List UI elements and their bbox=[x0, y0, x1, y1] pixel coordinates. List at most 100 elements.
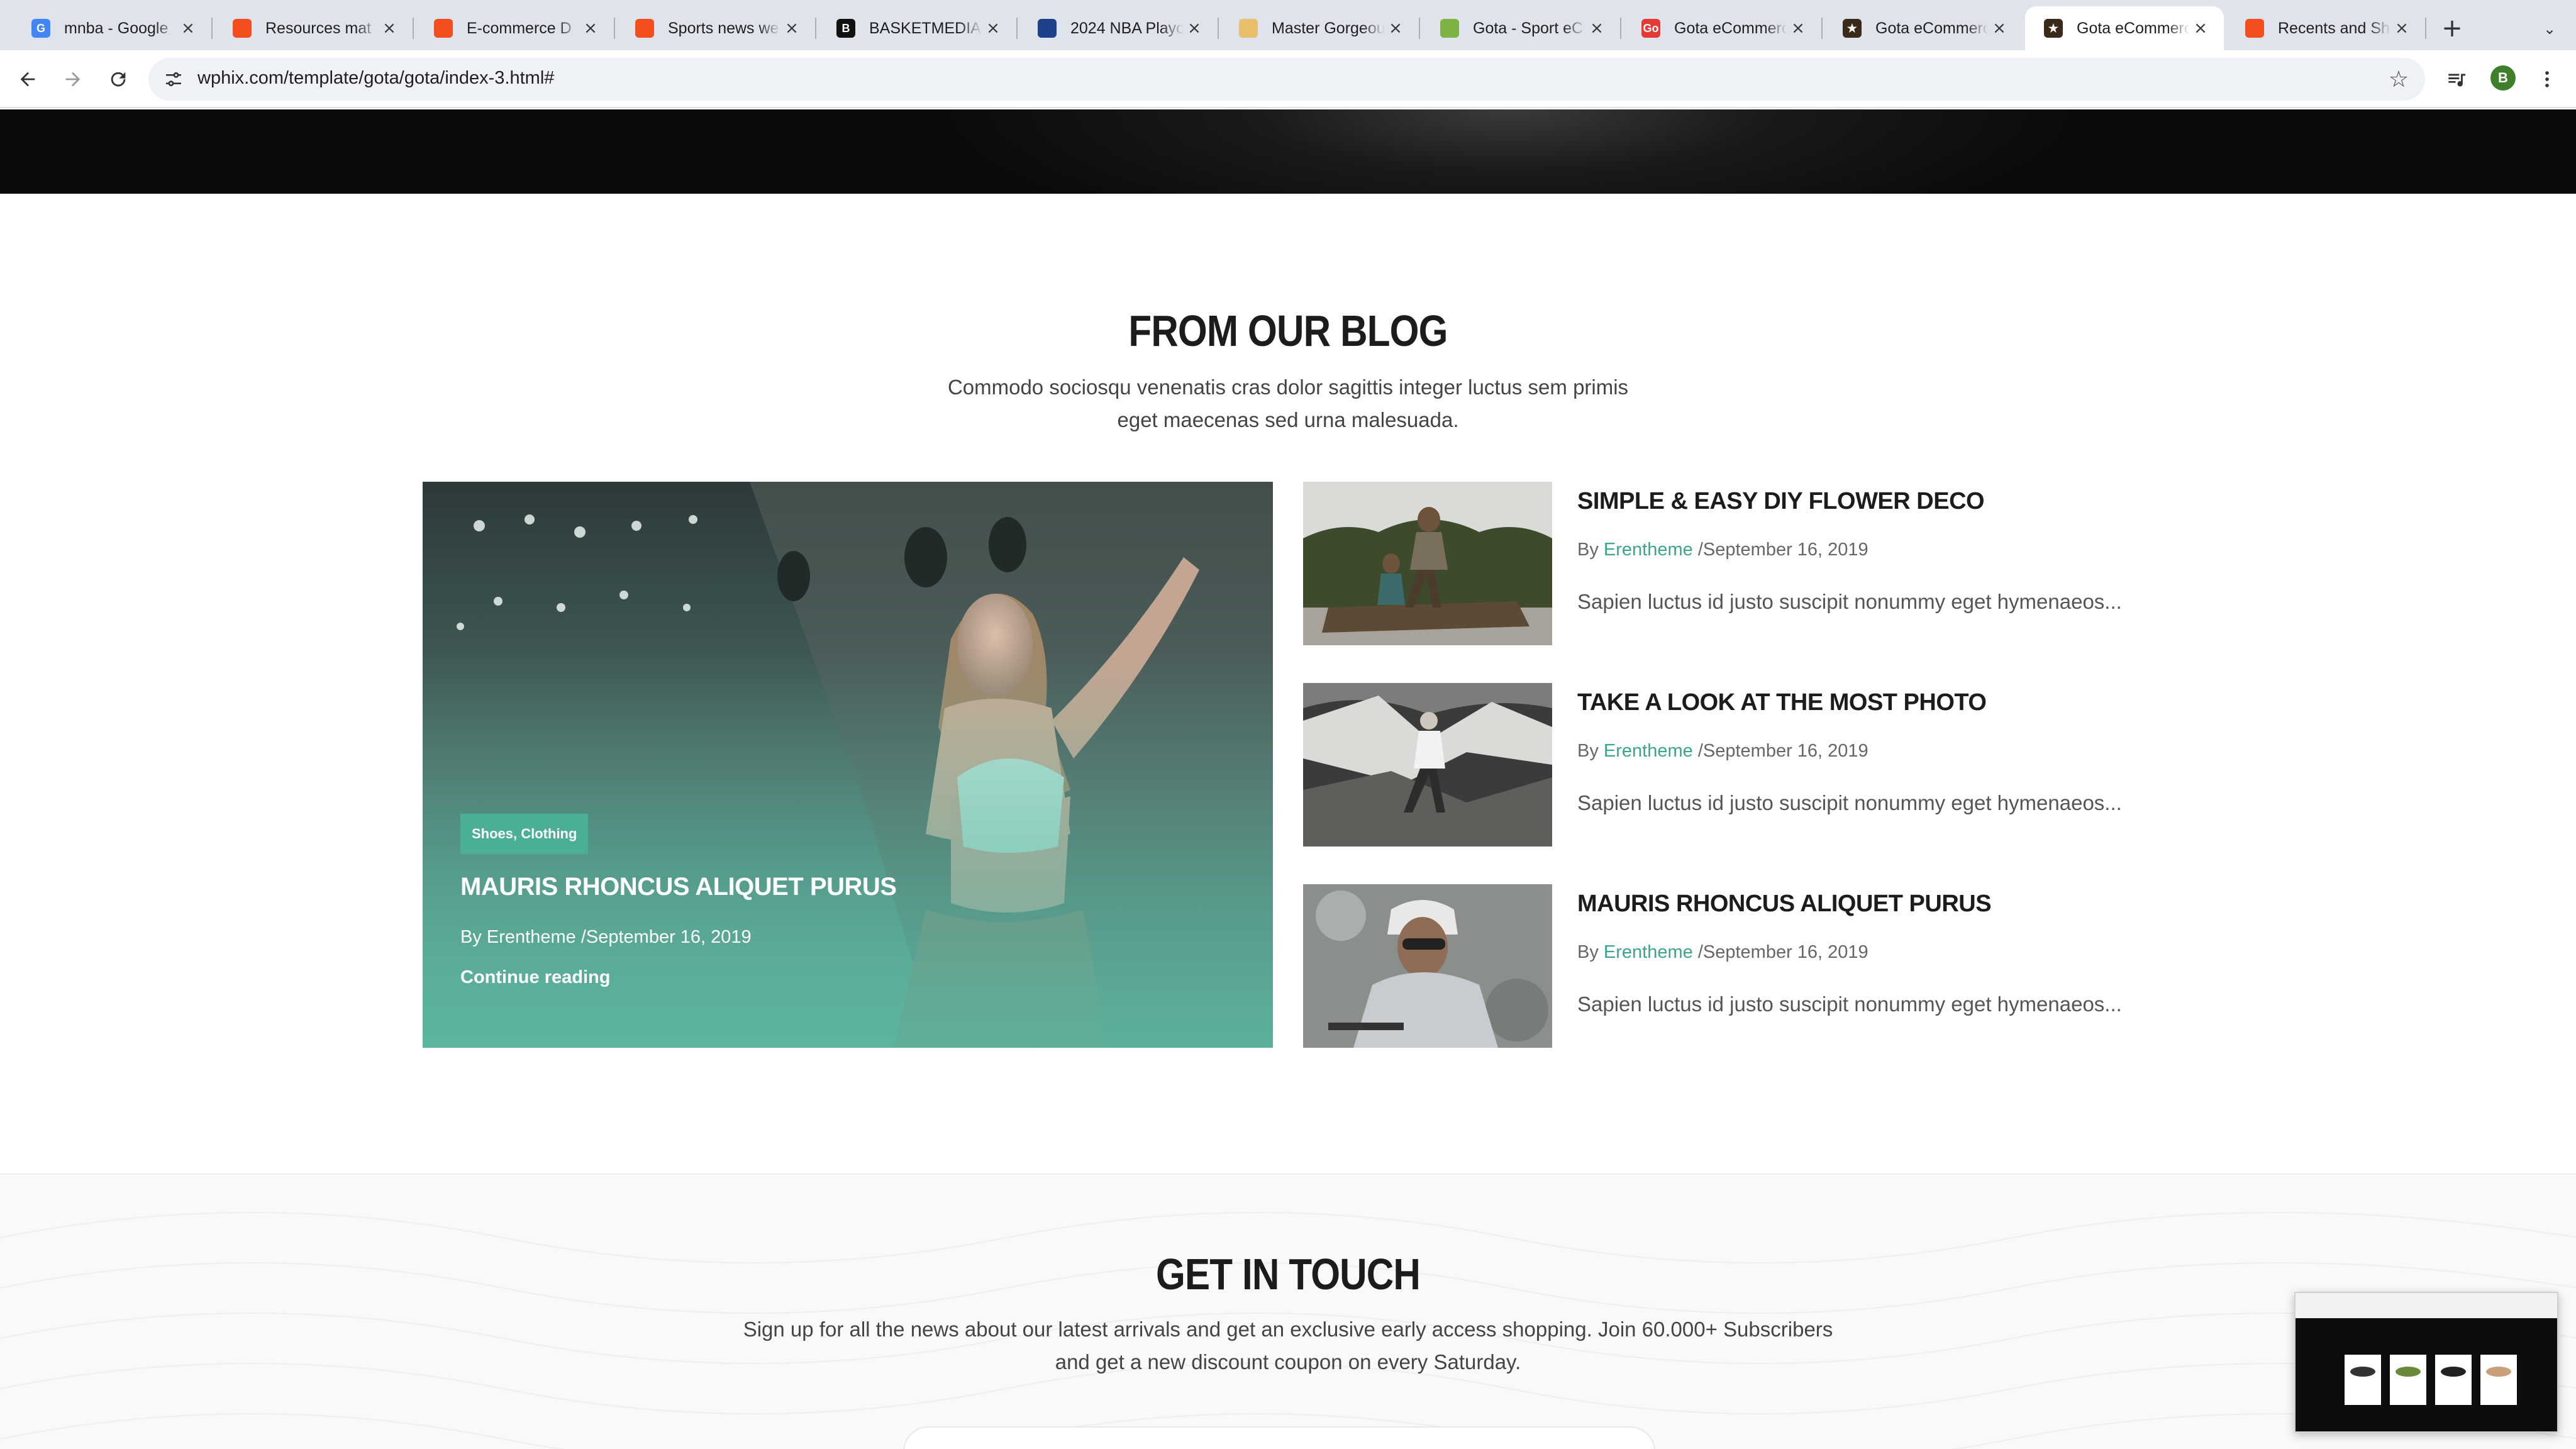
post-thumbnail[interactable] bbox=[1303, 884, 1552, 1048]
featured-post-image bbox=[423, 482, 1273, 1048]
post-title[interactable]: SIMPLE & EASY DIY FLOWER DECO bbox=[1577, 488, 1985, 515]
tab-title: mnba - Google bbox=[64, 19, 169, 37]
browser-tab[interactable]: ★ Gota eCommerc × bbox=[1824, 6, 2023, 50]
close-tab-icon[interactable]: × bbox=[982, 18, 1004, 39]
pip-thumbnail bbox=[2296, 1293, 2557, 1431]
url-text: wphix.com/template/gota/gota/index-3.htm… bbox=[197, 68, 555, 88]
post-meta: By Erentheme /September 16, 2019 bbox=[1577, 942, 1868, 963]
browser-tab[interactable]: 2024 NBA Playo × bbox=[1019, 6, 1219, 50]
tab-separator bbox=[815, 18, 816, 39]
browser-tab[interactable]: B BASKETMEDIA × bbox=[818, 6, 1018, 50]
figma-icon bbox=[434, 19, 453, 38]
tab-title: 2024 NBA Playo bbox=[1070, 19, 1184, 37]
tab-title: Gota - Sport eC bbox=[1473, 19, 1584, 37]
close-tab-icon[interactable]: × bbox=[177, 18, 199, 39]
blog-post-item[interactable]: MAURIS RHONCUS ALIQUET PURUS By Erenthem… bbox=[1303, 884, 2122, 1048]
post-excerpt: Sapien luctus id justo suscipit nonummy … bbox=[1577, 992, 2122, 1016]
tab-separator bbox=[614, 18, 615, 39]
blog-section-subtitle: Commodo sociosqu venenatis cras dolor sa… bbox=[692, 371, 1884, 436]
forward-button[interactable] bbox=[54, 60, 92, 98]
reload-button[interactable] bbox=[99, 60, 137, 98]
close-tab-icon[interactable]: × bbox=[379, 18, 400, 39]
browser-menu-button[interactable] bbox=[2528, 60, 2566, 98]
star-logo-icon: ★ bbox=[1843, 19, 1862, 38]
picture-in-picture-preview[interactable] bbox=[2294, 1292, 2558, 1433]
hero-banner-bottom bbox=[0, 109, 2576, 194]
browser-toolbar: wphix.com/template/gota/gota/index-3.htm… bbox=[0, 50, 2576, 108]
close-tab-icon[interactable]: × bbox=[2190, 18, 2211, 39]
figma-icon bbox=[233, 19, 252, 38]
blog-post-item[interactable]: SIMPLE & EASY DIY FLOWER DECO By Erenthe… bbox=[1303, 482, 2122, 645]
close-tab-icon[interactable]: × bbox=[1385, 18, 1406, 39]
newsletter-line-2: and get a new discount coupon on every S… bbox=[1055, 1350, 1521, 1374]
post-meta-by: By bbox=[1577, 540, 1604, 560]
browser-tab[interactable]: Resources mat × bbox=[214, 6, 414, 50]
tab-title: Sports news we bbox=[668, 19, 779, 37]
close-tab-icon[interactable]: × bbox=[1586, 18, 1607, 39]
go-icon: Go bbox=[1641, 19, 1660, 38]
profile-avatar[interactable]: B bbox=[2490, 65, 2516, 91]
post-title[interactable]: TAKE A LOOK AT THE MOST PHOTO bbox=[1577, 689, 1987, 716]
tab-separator bbox=[1218, 18, 1219, 39]
newsletter-description: Sign up for all the news about our lates… bbox=[566, 1313, 2010, 1379]
tab-separator bbox=[211, 18, 213, 39]
post-date: /September 16, 2019 bbox=[1692, 741, 1868, 761]
ice-cream-icon bbox=[1239, 19, 1258, 38]
browser-tab[interactable]: Sports news we × bbox=[616, 6, 816, 50]
tab-title: Gota eCommerc bbox=[1674, 19, 1787, 37]
leaf-icon bbox=[1440, 19, 1459, 38]
back-arrow-icon bbox=[20, 72, 35, 87]
blog-post-item[interactable]: TAKE A LOOK AT THE MOST PHOTO By Erenthe… bbox=[1303, 683, 2122, 847]
post-author-link[interactable]: Erentheme bbox=[1604, 741, 1693, 761]
continue-reading-link[interactable]: Continue reading bbox=[460, 967, 610, 988]
post-meta-by: By bbox=[1577, 942, 1604, 962]
tab-title: Resources mat bbox=[265, 19, 372, 37]
post-title[interactable]: MAURIS RHONCUS ALIQUET PURUS bbox=[1577, 891, 1992, 918]
tab-separator bbox=[2425, 18, 2426, 39]
post-date: /September 16, 2019 bbox=[1692, 942, 1868, 962]
newsletter-email-input[interactable] bbox=[903, 1426, 1655, 1449]
featured-post-title[interactable]: MAURIS RHONCUS ALIQUET PURUS bbox=[460, 873, 897, 901]
new-tab-button[interactable]: + bbox=[2436, 13, 2468, 44]
tab-separator bbox=[1620, 18, 1621, 39]
bookmark-star-icon[interactable]: ☆ bbox=[2384, 64, 2414, 94]
figma-icon bbox=[2245, 19, 2264, 38]
close-tab-icon[interactable]: × bbox=[1184, 18, 1205, 39]
nba-icon bbox=[1038, 19, 1057, 38]
featured-post-card[interactable]: Shoes, Clothing MAURIS RHONCUS ALIQUET P… bbox=[423, 482, 1273, 1048]
post-author-link[interactable]: Erentheme bbox=[1604, 942, 1693, 962]
page-viewport: FROM OUR BLOG Commodo sociosqu venenatis… bbox=[0, 109, 2576, 1449]
star-logo-icon: ★ bbox=[2044, 19, 2063, 38]
close-tab-icon[interactable]: × bbox=[1787, 18, 1809, 39]
close-tab-icon[interactable]: × bbox=[1989, 18, 2010, 39]
browser-tab[interactable]: Gota - Sport eC × bbox=[1421, 6, 1621, 50]
browser-tab[interactable]: Master Gorgeou × bbox=[1220, 6, 1420, 50]
newsletter-section bbox=[0, 1174, 2576, 1449]
browser-tab[interactable]: Recents and Sh × bbox=[2226, 6, 2426, 50]
back-button[interactable] bbox=[9, 60, 47, 98]
post-thumbnail[interactable] bbox=[1303, 683, 1552, 847]
post-thumbnail[interactable] bbox=[1303, 482, 1552, 645]
post-meta: By Erentheme /September 16, 2019 bbox=[1577, 540, 1868, 560]
tab-search-button[interactable]: ⌄ bbox=[2534, 14, 2565, 44]
close-tab-icon[interactable]: × bbox=[580, 18, 601, 39]
address-bar[interactable]: wphix.com/template/gota/gota/index-3.htm… bbox=[148, 58, 2425, 101]
browser-tab[interactable]: Gmnba - Google × bbox=[13, 6, 213, 50]
kebab-menu-icon bbox=[2545, 71, 2549, 87]
browser-tab[interactable]: ★ Gota eCommerc × bbox=[2025, 6, 2224, 50]
browser-tab[interactable]: E-commerce D × bbox=[415, 6, 615, 50]
media-queue-icon bbox=[2448, 74, 2466, 87]
media-controls-button[interactable] bbox=[2438, 60, 2475, 98]
close-tab-icon[interactable]: × bbox=[2391, 18, 2412, 39]
blog-subtitle-line-2: eget maecenas sed urna malesuada. bbox=[1117, 408, 1459, 431]
post-author-link[interactable]: Erentheme bbox=[1604, 540, 1693, 560]
tab-separator bbox=[413, 18, 414, 39]
post-category-tag[interactable]: Shoes, Clothing bbox=[460, 814, 589, 854]
close-tab-icon[interactable]: × bbox=[781, 18, 802, 39]
site-info-icon[interactable] bbox=[158, 64, 189, 94]
post-meta: By Erentheme /September 16, 2019 bbox=[1577, 741, 1868, 762]
browser-tab[interactable]: Go Gota eCommerc × bbox=[1623, 6, 1823, 50]
tab-strip: Gmnba - Google × Resources mat × E-commerce … bbox=[0, 0, 2576, 50]
post-excerpt: Sapien luctus id justo suscipit nonummy … bbox=[1577, 791, 2122, 814]
post-excerpt: Sapien luctus id justo suscipit nonummy … bbox=[1577, 590, 2122, 613]
